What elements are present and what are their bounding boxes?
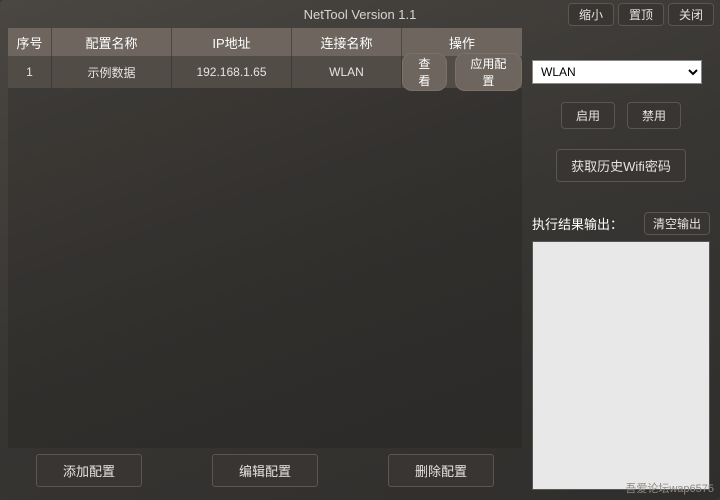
disable-button[interactable]: 禁用 xyxy=(627,102,681,129)
th-operation: 操作 xyxy=(402,28,522,56)
output-section: 执行结果输出： 清空输出 xyxy=(530,212,712,492)
window-controls: 缩小 置顶 关闭 xyxy=(568,3,714,26)
window-title: NetTool Version 1.1 xyxy=(304,7,417,22)
close-button[interactable]: 关闭 xyxy=(668,3,714,26)
th-config-name: 配置名称 xyxy=(52,28,172,56)
titlebar: NetTool Version 1.1 缩小 置顶 关闭 xyxy=(0,0,720,28)
output-textarea[interactable] xyxy=(532,241,710,490)
topmost-button[interactable]: 置顶 xyxy=(618,3,664,26)
table-header: 序号 配置名称 IP地址 连接名称 操作 xyxy=(8,28,522,56)
table-row[interactable]: 1 示例数据 192.168.1.65 WLAN 查看 应用配置 xyxy=(8,56,522,88)
cell-config-name: 示例数据 xyxy=(52,56,172,88)
output-header: 执行结果输出： 清空输出 xyxy=(530,212,712,239)
output-label: 执行结果输出： xyxy=(532,214,623,233)
apply-config-button[interactable]: 应用配置 xyxy=(455,53,522,91)
connection-select[interactable]: WLAN xyxy=(532,60,702,84)
th-index: 序号 xyxy=(8,28,52,56)
edit-config-button[interactable]: 编辑配置 xyxy=(212,454,318,487)
cell-connection: WLAN xyxy=(292,56,402,88)
table-body: 1 示例数据 192.168.1.65 WLAN 查看 应用配置 xyxy=(8,56,522,448)
clear-output-button[interactable]: 清空输出 xyxy=(644,212,710,235)
cell-operation: 查看 应用配置 xyxy=(402,56,522,88)
bottom-toolbar: 添加配置 编辑配置 删除配置 xyxy=(8,448,522,492)
add-config-button[interactable]: 添加配置 xyxy=(36,454,142,487)
wifi-history-button[interactable]: 获取历史Wifi密码 xyxy=(556,149,686,182)
enable-disable-row: 启用 禁用 xyxy=(530,102,712,129)
right-panel: WLAN 启用 禁用 获取历史Wifi密码 执行结果输出： 清空输出 xyxy=(530,28,712,492)
th-connection: 连接名称 xyxy=(292,28,402,56)
delete-config-button[interactable]: 删除配置 xyxy=(388,454,494,487)
cell-index: 1 xyxy=(8,56,52,88)
th-ip: IP地址 xyxy=(172,28,292,56)
minimize-button[interactable]: 缩小 xyxy=(568,3,614,26)
config-table: 序号 配置名称 IP地址 连接名称 操作 1 示例数据 192.168.1.65… xyxy=(8,28,522,448)
enable-button[interactable]: 启用 xyxy=(561,102,615,129)
left-panel: 序号 配置名称 IP地址 连接名称 操作 1 示例数据 192.168.1.65… xyxy=(8,28,522,492)
view-button[interactable]: 查看 xyxy=(402,53,447,91)
cell-ip: 192.168.1.65 xyxy=(172,56,292,88)
footer-credit: 吾爱论坛wap6575 xyxy=(625,480,714,496)
